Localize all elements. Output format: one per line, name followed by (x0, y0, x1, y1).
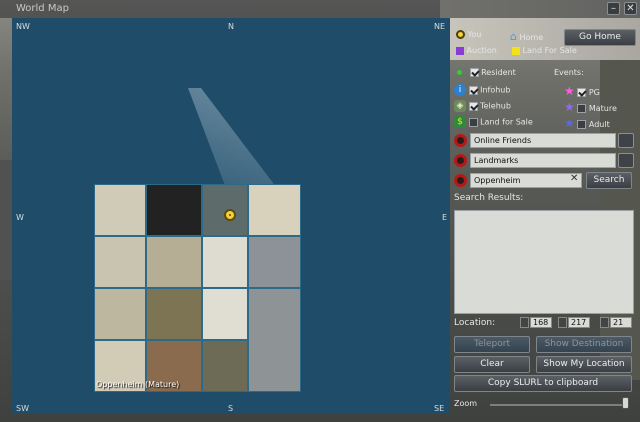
region-label: Oppenheim (Mature) (96, 380, 180, 389)
friends-beacon-icon (454, 134, 467, 147)
search-beacon-icon (454, 174, 467, 187)
compass-se: SE (434, 404, 445, 413)
telehub-label: Telehub (480, 101, 511, 111)
filter-resident[interactable]: Resident (456, 68, 516, 77)
world-map-window: World Map – ✕ NW N NE W E SW S SE Oppenh… (0, 0, 640, 422)
copy-slurl-button[interactable]: Copy SLURL to clipboard (454, 375, 632, 392)
dollar-icon: $ (454, 116, 466, 128)
zoom-slider-track[interactable] (490, 404, 626, 406)
landmarks-combo[interactable]: Landmarks (470, 153, 616, 168)
legend-auction: Auction (456, 46, 497, 55)
close-icon[interactable]: ✕ (624, 2, 637, 15)
compass-sw: SW (16, 404, 29, 413)
location-label: Location: (454, 318, 496, 328)
z-spinner-icon[interactable] (600, 317, 609, 328)
event-pg[interactable]: ★ PG (564, 84, 600, 98)
adult-star-icon: ★ (564, 116, 575, 130)
mature-checkbox[interactable] (577, 104, 587, 113)
pg-star-icon: ★ (564, 84, 575, 98)
land-for-sale-label: Land for Sale (480, 117, 533, 127)
region-tile[interactable] (202, 340, 248, 392)
filter-infohub[interactable]: i Infohub (454, 84, 510, 96)
go-home-button[interactable]: Go Home (564, 29, 636, 46)
pg-label: PG (588, 88, 600, 97)
map-controls-panel: You ⌂ Home Go Home Auction Land For Sale… (452, 18, 640, 422)
compass-ne: NE (434, 22, 446, 31)
legend-land-for-sale: Land For Sale (512, 46, 577, 55)
compass-w: W (16, 213, 24, 222)
pg-checkbox[interactable] (577, 88, 587, 97)
legend-you: You (456, 30, 481, 39)
window-title: World Map (16, 3, 69, 14)
resident-checkbox[interactable] (469, 68, 479, 77)
event-mature[interactable]: ★ Mature (564, 100, 617, 114)
mature-label: Mature (588, 104, 617, 113)
home-icon: ⌂ (510, 30, 517, 43)
telehub-checkbox[interactable] (468, 101, 478, 111)
land-for-sale-checkbox[interactable] (468, 117, 478, 127)
filter-land-for-sale[interactable]: $ Land for Sale (454, 116, 533, 128)
region-tile[interactable] (94, 236, 146, 288)
region-tile[interactable] (248, 288, 301, 392)
events-heading: Events: (554, 68, 584, 77)
legend-auction-label: Auction (466, 46, 497, 55)
resident-label: Resident (481, 68, 516, 77)
clear-button[interactable]: Clear (454, 356, 530, 373)
event-adult[interactable]: ★ Adult (564, 116, 610, 130)
adult-checkbox[interactable] (577, 120, 587, 129)
you-icon (456, 30, 465, 39)
region-tiles[interactable] (94, 184, 301, 392)
legend-home-label: Home (519, 33, 544, 42)
online-friends-combo[interactable]: Online Friends (470, 133, 616, 148)
location-y-input[interactable]: 217 (568, 317, 590, 328)
region-tile[interactable] (202, 288, 248, 340)
world-map-canvas[interactable]: NW N NE W E SW S SE Oppenheim (Mature) (12, 18, 450, 414)
search-button[interactable]: Search (586, 172, 632, 189)
infohub-label: Infohub (480, 85, 511, 95)
search-results-heading: Search Results: (454, 193, 524, 203)
compass-nw: NW (16, 22, 30, 31)
region-tile[interactable] (146, 236, 202, 288)
filter-telehub[interactable]: ◈ Telehub (454, 100, 511, 112)
auction-icon (456, 46, 464, 55)
you-location-icon (224, 209, 236, 221)
region-tile[interactable] (94, 288, 146, 340)
mature-star-icon: ★ (564, 100, 575, 114)
zoom-slider-thumb[interactable] (622, 397, 629, 409)
region-tile[interactable] (94, 184, 146, 236)
legend-you-label: You (467, 30, 482, 39)
location-z-input[interactable]: 21 (610, 317, 632, 328)
clear-search-icon[interactable]: ✕ (570, 173, 578, 184)
search-input[interactable]: Oppenheim (470, 173, 582, 188)
titlebar[interactable]: World Map – ✕ (0, 0, 640, 18)
show-my-location-button[interactable]: Show My Location (536, 356, 632, 373)
region-tile[interactable] (146, 288, 202, 340)
search-results-list[interactable] (454, 210, 634, 314)
teleport-button[interactable]: Teleport (454, 336, 530, 353)
region-tile[interactable] (248, 184, 301, 236)
info-icon: i (454, 84, 466, 96)
resident-icon (457, 70, 462, 75)
adult-label: Adult (588, 120, 610, 129)
zoom-label: Zoom (454, 399, 478, 408)
region-tile[interactable] (202, 236, 248, 288)
legend-land-for-sale-label: Land For Sale (522, 46, 577, 55)
landmarks-dropdown-icon[interactable] (618, 153, 634, 168)
legend-home: ⌂ Home (510, 30, 543, 43)
minimize-icon[interactable]: – (607, 2, 620, 15)
region-tile[interactable] (248, 236, 301, 288)
compass-s: S (228, 404, 234, 413)
x-spinner-icon[interactable] (520, 317, 529, 328)
landmarks-beacon-icon (454, 154, 467, 167)
region-tile[interactable] (146, 184, 202, 236)
infohub-checkbox[interactable] (468, 85, 478, 95)
y-spinner-icon[interactable] (558, 317, 567, 328)
land-for-sale-icon (512, 46, 520, 55)
compass-n: N (228, 22, 234, 31)
telehub-icon: ◈ (454, 100, 466, 112)
show-destination-button[interactable]: Show Destination (536, 336, 632, 353)
compass-e: E (442, 213, 448, 222)
location-x-input[interactable]: 168 (530, 317, 552, 328)
online-friends-dropdown-icon[interactable] (618, 133, 634, 148)
